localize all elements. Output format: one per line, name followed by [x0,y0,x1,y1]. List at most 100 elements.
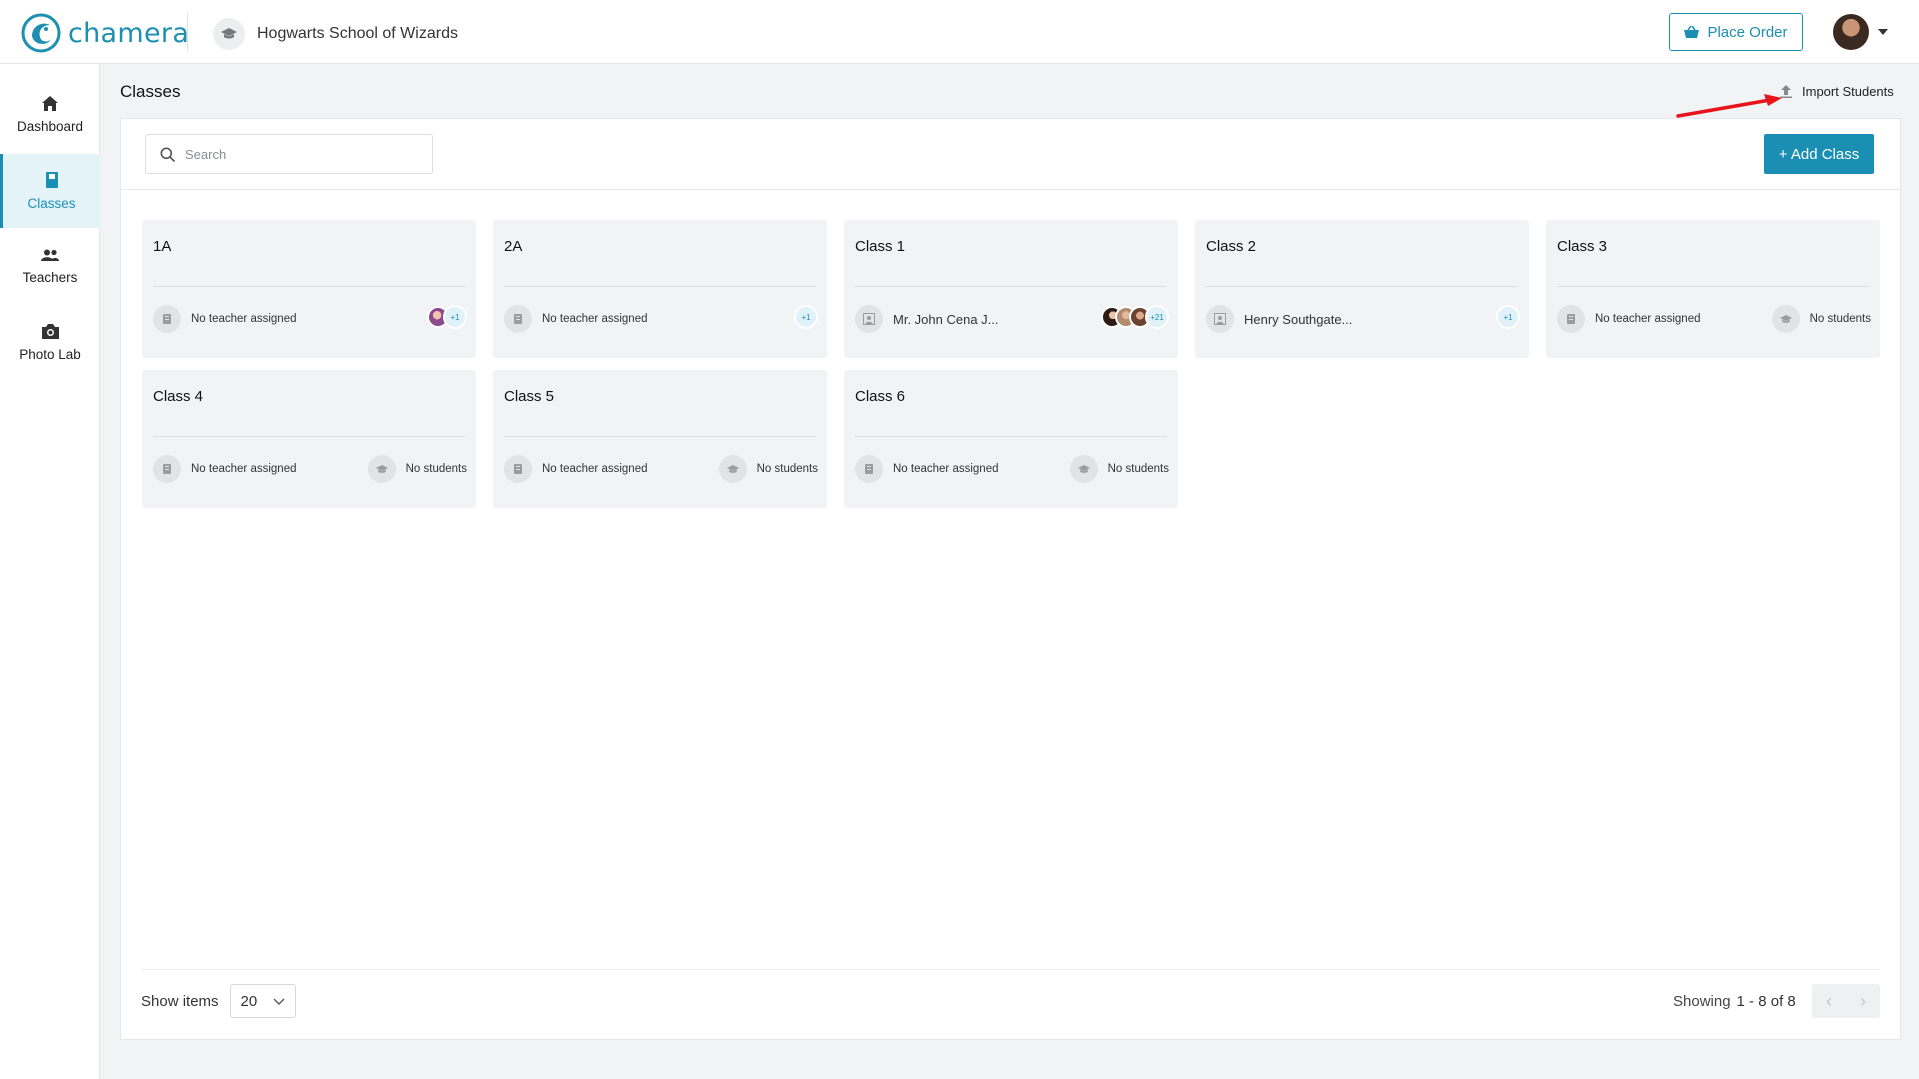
class-card-class-2[interactable]: Class 2 Henry Southgate... +1 [1195,220,1529,358]
students-label: No students [405,463,467,475]
graduation-cap-icon [718,455,747,483]
teacher-info: No teacher assigned [1557,305,1700,333]
chevron-left-icon[interactable]: ‹ [1826,991,1832,1012]
students-info: No students [1771,305,1871,333]
teacher-info: No teacher assigned [504,455,647,483]
sidebar-item-classes[interactable]: Classes [0,154,100,228]
students-label: No students [1809,313,1871,325]
logo-text: chamera [68,17,190,49]
graduation-cap-icon [1069,455,1098,483]
card-divider [855,436,1167,437]
people-icon [41,249,59,261]
class-name: Class 5 [504,388,555,405]
class-card-1a[interactable]: 1A No teacher assigned +1 [142,220,476,358]
chevron-down-icon[interactable] [1878,29,1888,35]
teacher-icon [504,455,532,483]
page-size-value: 20 [240,992,258,1010]
student-count-badge: +1 [443,305,467,329]
student-count-badge: +21 [1145,305,1169,329]
teacher-info: No teacher assigned [855,455,998,483]
students-info: +1 [427,305,467,329]
chamera-logo-icon [21,13,61,53]
pagination-controls: ‹ › [1812,984,1880,1018]
search-icon [160,147,175,162]
teacher-info: No teacher assigned [153,455,296,483]
import-students-label: Import Students [1802,84,1894,99]
header-divider [187,12,188,52]
class-name: 1A [153,238,172,255]
class-name: Class 4 [153,388,204,405]
teacher-info: No teacher assigned [153,305,296,333]
teacher-name: Henry Southgate... [1244,311,1353,327]
teacher-name: No teacher assigned [191,313,297,325]
teacher-name: Mr. John Cena J... [893,311,999,327]
class-card-class-3[interactable]: Class 3 No teacher assigned No students [1546,220,1880,358]
class-card-class-6[interactable]: Class 6 No teacher assigned No students [844,370,1178,508]
sidebar-item-label: Teachers [22,270,78,285]
classes-panel: + Add Class 1A No teacher assigned +1 2A… [120,118,1901,1040]
teacher-info: Mr. John Cena J... [855,305,999,333]
students-info: No students [718,455,818,483]
page-size-select[interactable]: 20 [229,984,296,1018]
teacher-info: Henry Southgate... [1206,305,1352,333]
import-students-link[interactable]: Import Students [1780,84,1894,99]
teacher-portrait-icon [1206,305,1234,333]
chevron-down-icon [273,998,285,1005]
showing-range: 1 - 8 of 8 [1736,993,1796,1010]
students-info: No students [1069,455,1169,483]
card-divider [1206,286,1518,287]
teacher-name: No teacher assigned [893,463,999,475]
teacher-icon [1557,305,1585,333]
sidebar-item-label: Photo Lab [19,347,81,362]
pagination-summary: Showing 1 - 8 of 8 [1673,993,1796,1010]
card-divider [153,286,465,287]
student-count-badge: +1 [794,305,818,329]
card-divider [855,286,1167,287]
student-avatars: +1 [1496,305,1520,329]
sidebar-item-teachers[interactable]: Teachers [0,230,100,304]
sidebar-item-dashboard[interactable]: Dashboard [0,78,100,152]
show-items-label: Show items [141,992,219,1010]
chevron-right-icon[interactable]: › [1860,991,1866,1012]
class-name: 2A [504,238,523,255]
graduation-cap-icon [367,455,396,483]
page-size-control: Show items 20 [141,984,296,1018]
page-title: Classes [120,82,181,101]
students-label: No students [1107,463,1169,475]
student-avatars: +1 [427,305,467,329]
sidebar-item-label: Classes [27,195,76,211]
search-box[interactable] [145,134,433,174]
top-bar: chamera Hogwarts School of Wizards Place… [0,0,1919,64]
card-divider [504,436,816,437]
showing-label: Showing [1673,993,1731,1010]
search-input[interactable] [185,146,415,162]
class-card-class-4[interactable]: Class 4 No teacher assigned No students [142,370,476,508]
basket-icon [1684,25,1700,38]
student-avatars: +21 [1101,305,1169,329]
sidebar-item-photo-lab[interactable]: Photo Lab [0,306,100,380]
place-order-label: Place Order [1707,23,1788,41]
footer-divider [141,969,1880,970]
logo[interactable]: chamera [20,12,189,54]
class-card-class-1[interactable]: Class 1 Mr. John Cena J... +21 [844,220,1178,358]
students-info: +21 [1101,305,1169,329]
teacher-name: No teacher assigned [1595,313,1701,325]
user-avatar[interactable] [1833,14,1869,50]
card-divider [504,286,816,287]
teacher-icon [504,305,532,333]
card-divider [153,436,465,437]
teacher-icon [855,455,883,483]
sidebar-item-label: Dashboard [16,119,84,134]
teacher-name: No teacher assigned [191,463,297,475]
teacher-portrait-icon [855,305,883,333]
teacher-icon [153,305,181,333]
class-card-class-5[interactable]: Class 5 No teacher assigned No students [493,370,827,508]
class-card-2a[interactable]: 2A No teacher assigned +1 [493,220,827,358]
add-class-button[interactable]: + Add Class [1764,134,1874,174]
students-label: No students [756,463,818,475]
teacher-info: No teacher assigned [504,305,647,333]
place-order-button[interactable]: Place Order [1669,13,1803,51]
school-selector[interactable]: Hogwarts School of Wizards [213,18,458,50]
class-name: Class 3 [1557,238,1608,255]
student-avatars: +1 [794,305,818,329]
